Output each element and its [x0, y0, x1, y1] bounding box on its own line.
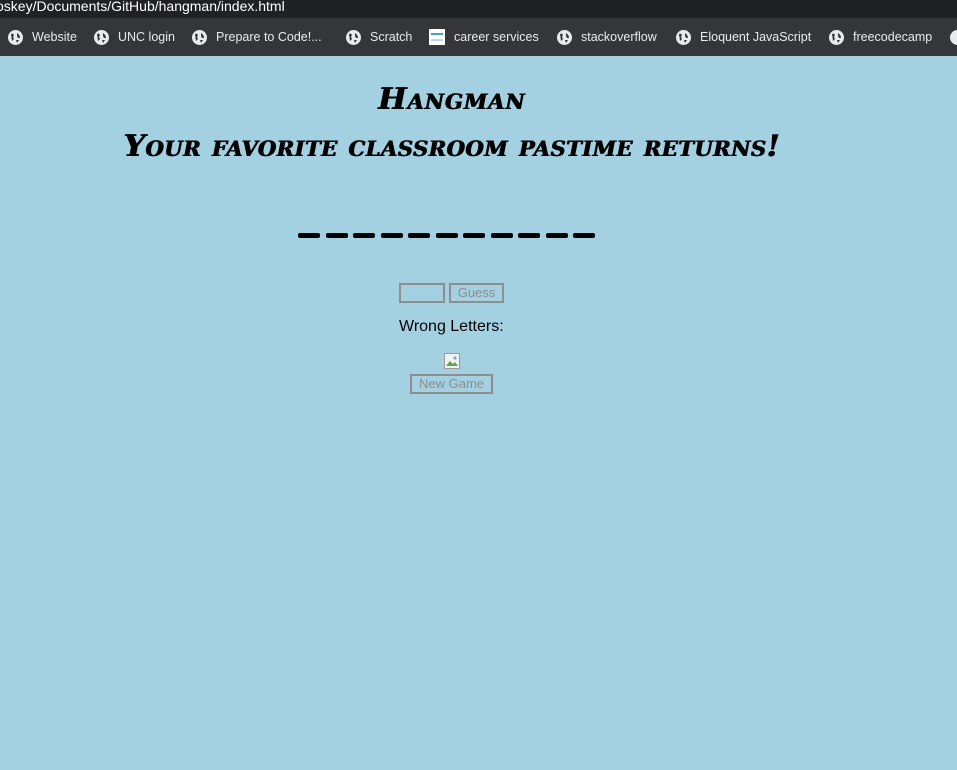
bookmark-label: career services — [454, 30, 539, 44]
bookmark-label: stackoverflow — [581, 30, 657, 44]
new-game-button[interactable]: New Game — [410, 374, 493, 394]
address-bar[interactable]: oskey/Documents/GitHub/hangman/index.htm… — [0, 0, 957, 18]
bookmarks-bar: Website UNC login Prepare to Code!... Sc… — [0, 18, 957, 56]
globe-icon — [192, 29, 207, 45]
letter-blank — [353, 233, 375, 238]
bookmark-scratch[interactable]: Scratch — [346, 18, 412, 56]
url-text[interactable]: oskey/Documents/GitHub/hangman/index.htm… — [0, 0, 285, 13]
bookmark-label: UNC login — [118, 30, 175, 44]
bookmark-label: freecodecamp — [853, 30, 933, 44]
letter-blank — [463, 233, 485, 238]
bookmark-website[interactable]: Website — [8, 18, 77, 56]
wrong-letters-label: Wrong Letters: — [399, 318, 504, 335]
page-title: Hangman — [377, 82, 526, 117]
bookmark-unc-login[interactable]: UNC login — [94, 18, 175, 56]
bookmark-label: Prepare to Code!... — [216, 30, 322, 44]
letter-blank — [380, 233, 403, 238]
globe-icon — [676, 29, 691, 45]
letter-blank — [408, 233, 430, 238]
globe-icon — [829, 29, 844, 45]
letter-blank — [518, 233, 540, 238]
globe-icon — [557, 29, 572, 45]
letter-blank — [545, 233, 568, 238]
letter-blank — [435, 233, 458, 238]
career-services-favicon — [429, 29, 445, 45]
globe-icon — [346, 29, 361, 45]
letter-blank — [298, 233, 320, 238]
broken-image-icon — [444, 353, 460, 369]
letter-blank — [325, 233, 348, 238]
bookmark-career-services[interactable]: career services — [429, 18, 539, 56]
globe-icon — [94, 29, 109, 45]
bookmark-prepare-to-code[interactable]: Prepare to Code!... — [192, 18, 322, 56]
globe-icon — [950, 29, 957, 45]
bookmark-label: Website — [32, 30, 77, 44]
letter-blank — [490, 233, 513, 238]
globe-icon — [8, 29, 23, 45]
bookmark-label: Scratch — [370, 30, 413, 44]
letter-blank — [573, 233, 595, 238]
word-blanks — [298, 233, 603, 239]
bookmark-stackoverflow[interactable]: stackoverflow — [557, 18, 657, 56]
bookmark-overflow[interactable] — [950, 18, 957, 56]
guess-button[interactable]: Guess — [449, 283, 504, 303]
page-subtitle: Your favorite classroom pastime returns! — [123, 129, 780, 164]
bookmark-label: Eloquent JavaScript — [700, 30, 812, 44]
guess-input[interactable] — [399, 283, 445, 303]
bookmark-freecodecamp[interactable]: freecodecamp — [829, 18, 932, 56]
bookmark-eloquent-javascript[interactable]: Eloquent JavaScript — [676, 18, 811, 56]
